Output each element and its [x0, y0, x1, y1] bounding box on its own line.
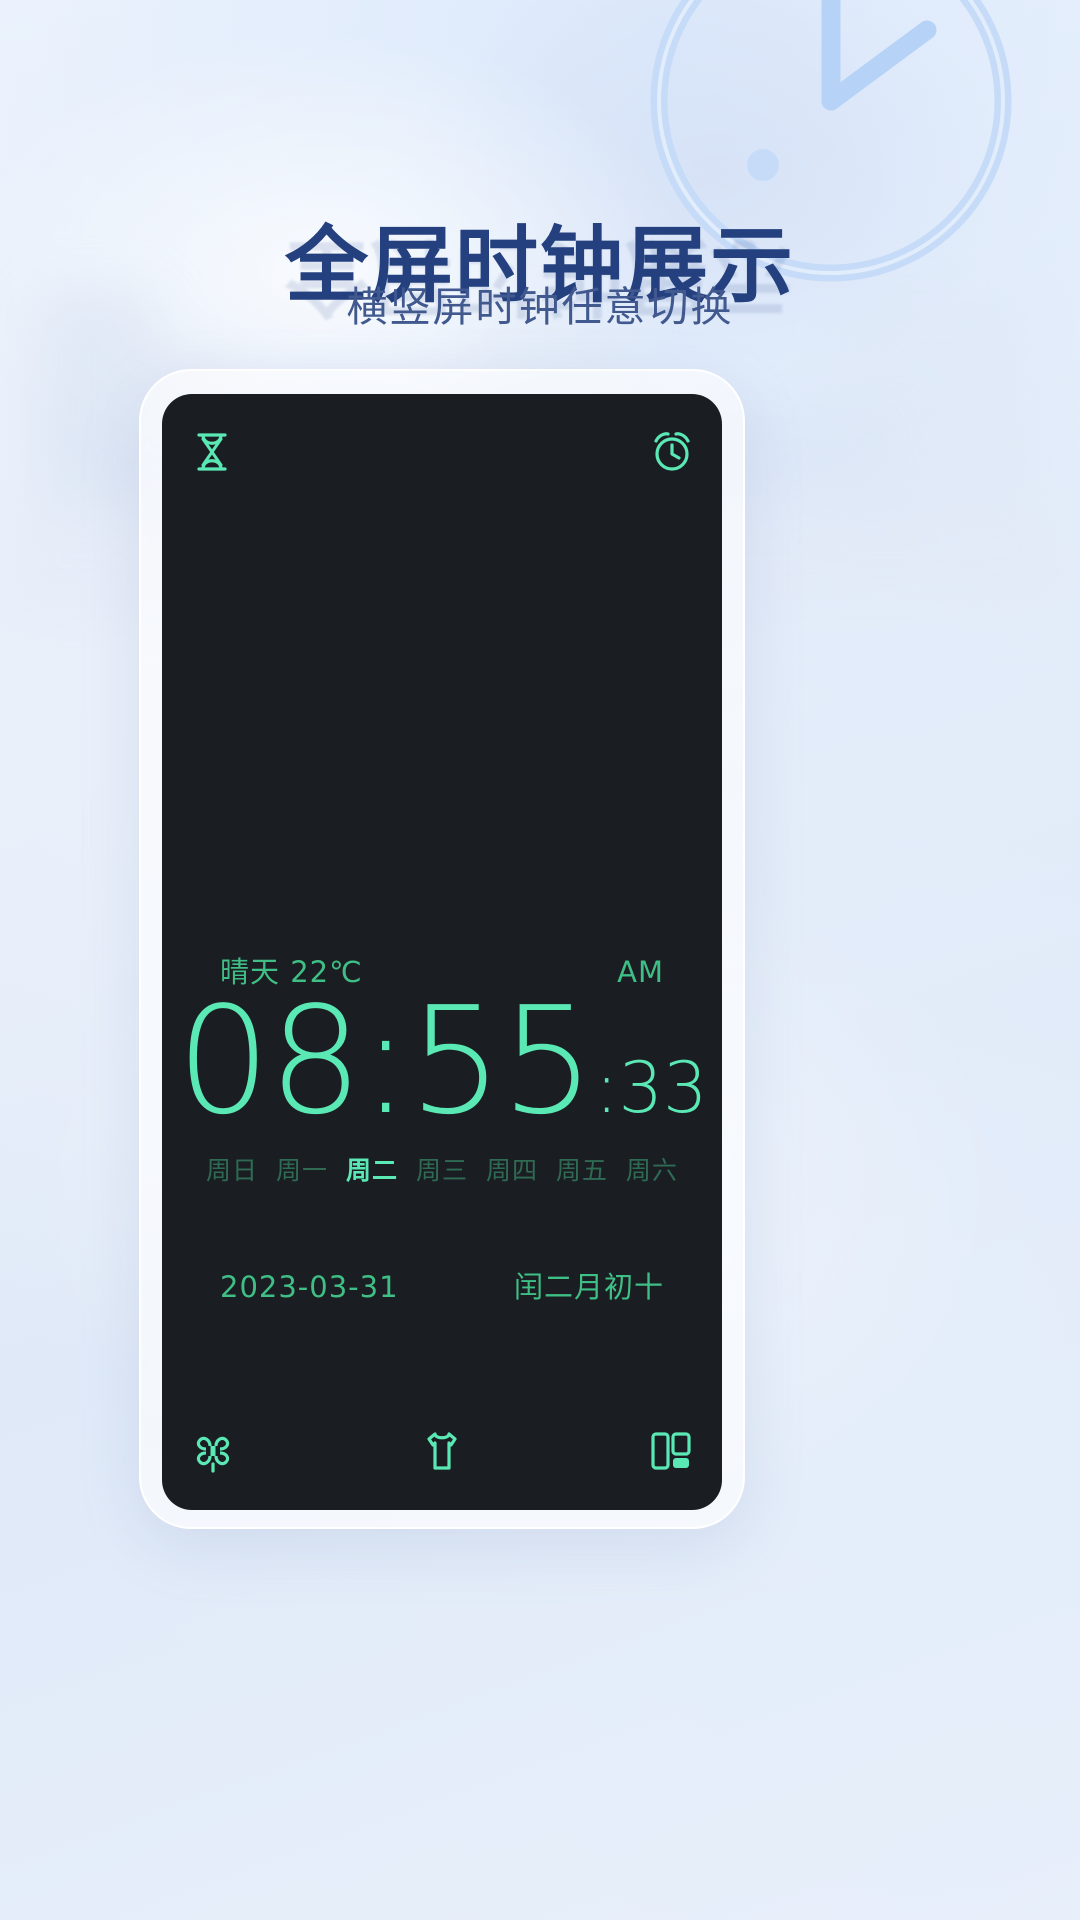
- time-seconds: :33: [594, 1047, 708, 1129]
- weekday-friday[interactable]: 周五: [556, 1151, 608, 1187]
- weekday-tuesday[interactable]: 周二: [346, 1151, 398, 1187]
- clock-display: 晴天 22℃ AM 08:55:33 周日 周一 周二 周三 周四 周五 周六 …: [162, 394, 722, 1510]
- time-hours-minutes: 08:55: [176, 975, 595, 1147]
- weekday-row: 周日 周一 周二 周三 周四 周五 周六: [206, 1151, 678, 1187]
- page-subtitle: 横竖屏时钟任意切换: [346, 284, 734, 330]
- clover-icon[interactable]: [190, 1428, 236, 1474]
- lunar-date: 闰二月初十: [513, 1270, 664, 1304]
- weekday-wednesday[interactable]: 周三: [416, 1151, 468, 1187]
- time-row[interactable]: 08:55:33: [162, 987, 722, 1135]
- weekday-monday[interactable]: 周一: [276, 1151, 328, 1187]
- gregorian-date: 2023-03-31: [220, 1270, 399, 1304]
- meridiem-label: AM: [617, 955, 664, 989]
- date-row: 2023-03-31 闰二月初十: [220, 1264, 664, 1306]
- shirt-theme-icon[interactable]: [419, 1428, 465, 1474]
- clock-bottom-toolbar: [162, 1390, 722, 1510]
- layout-orientation-icon[interactable]: [648, 1428, 694, 1474]
- weekday-sunday[interactable]: 周日: [206, 1151, 258, 1187]
- weekday-saturday[interactable]: 周六: [626, 1151, 678, 1187]
- weekday-thursday[interactable]: 周四: [486, 1151, 538, 1187]
- phone-screen: 晴天 22℃ AM 08:55:33 周日 周一 周二 周三 周四 周五 周六 …: [162, 394, 722, 1510]
